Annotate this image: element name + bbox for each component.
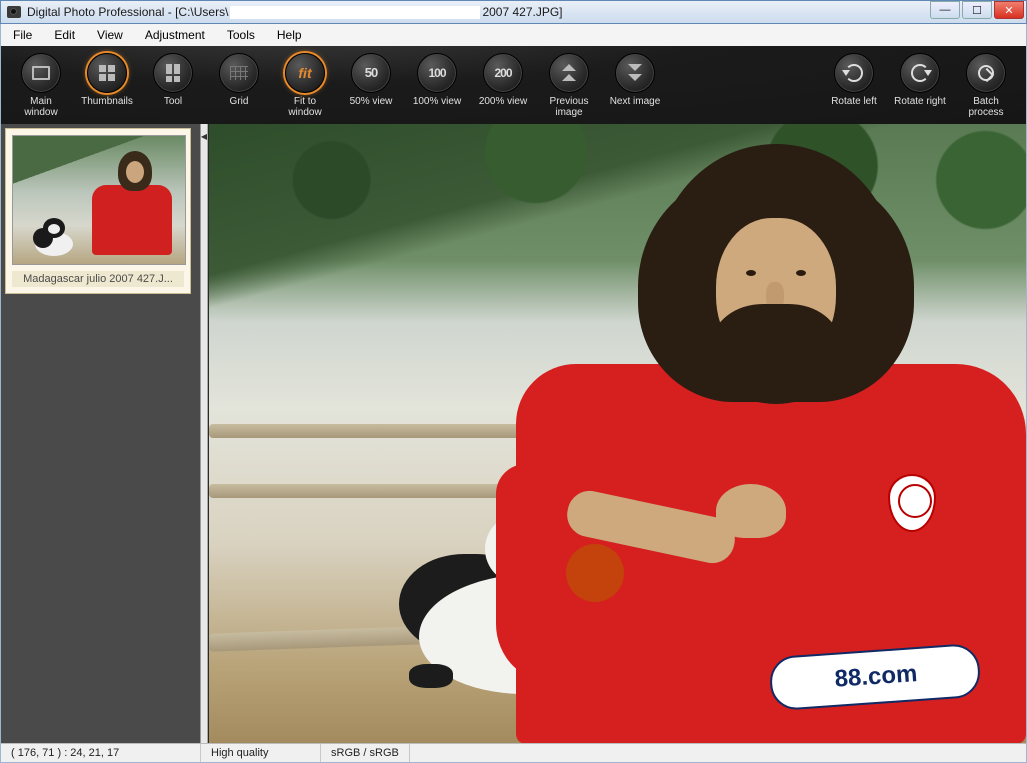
zoom-50-icon: 50 [365, 65, 377, 80]
menubar: File Edit View Adjustment Tools Help [0, 24, 1027, 46]
view-100-label: 100% view [413, 96, 461, 107]
menu-view[interactable]: View [93, 26, 127, 44]
status-colorspace: sRGB / sRGB [321, 744, 410, 762]
title-redacted [230, 6, 480, 19]
batch-icon [978, 65, 994, 81]
thumbnail-image [12, 135, 186, 265]
maximize-button[interactable]: ☐ [962, 1, 992, 19]
grid-label: Grid [230, 96, 249, 107]
thumbnail-sidebar: Madagascar julio 2007 427.J... ◀ [1, 124, 209, 743]
zoom-100-icon: 100 [428, 66, 445, 80]
rotate-left-label: Rotate left [831, 96, 877, 107]
grid-icon [230, 66, 248, 80]
window-controls: — ☐ ✕ [930, 1, 1026, 23]
thumbnails-button[interactable]: Thumbnails [79, 53, 135, 118]
next-image-label: Next image [610, 96, 661, 107]
status-coords: ( 176, 71 ) : 24, 21, 17 [1, 744, 201, 762]
next-image-button[interactable]: Next image [607, 53, 663, 118]
sidebar-splitter[interactable]: ◀ [200, 124, 208, 743]
chevron-up-icon [562, 64, 576, 81]
rotate-right-label: Rotate right [894, 96, 946, 107]
chevron-down-icon [628, 64, 642, 81]
statusbar: ( 176, 71 ) : 24, 21, 17 High quality sR… [0, 743, 1027, 763]
zoom-200-icon: 200 [494, 66, 511, 80]
image-viewer[interactable]: 88.com [209, 124, 1026, 743]
content-area: Madagascar julio 2007 427.J... ◀ [0, 124, 1027, 743]
batch-process-button[interactable]: Batch process [958, 53, 1014, 118]
title-app: Digital Photo Professional [27, 5, 164, 19]
menu-tools[interactable]: Tools [223, 26, 259, 44]
menu-adjustment[interactable]: Adjustment [141, 26, 209, 44]
previous-image-label: Previous image [541, 96, 597, 118]
rotate-right-icon [911, 64, 929, 82]
thumbnails-icon [99, 65, 115, 81]
tool-label: Tool [164, 96, 182, 107]
status-quality: High quality [201, 744, 321, 762]
view-200-label: 200% view [479, 96, 527, 107]
close-button[interactable]: ✕ [994, 1, 1024, 19]
main-window-button[interactable]: Main window [13, 53, 69, 118]
fit-label: Fit to window [277, 96, 333, 118]
fit-to-window-button[interactable]: fit Fit to window [277, 53, 333, 118]
batch-label: Batch process [958, 96, 1014, 118]
title-path-suffix: 2007 427.JPG] [482, 5, 562, 19]
photo-content: 88.com [209, 124, 1026, 743]
view-50-button[interactable]: 50 50% view [343, 53, 399, 118]
minimize-button[interactable]: — [930, 1, 960, 19]
toolbar: Main window Thumbnails Tool Grid fit Fit… [0, 46, 1027, 124]
menu-help[interactable]: Help [273, 26, 306, 44]
rotate-left-icon [845, 64, 863, 82]
previous-image-button[interactable]: Previous image [541, 53, 597, 118]
app-icon [7, 6, 21, 18]
titlebar: Digital Photo Professional - [C:\Users\ 2… [0, 0, 1027, 24]
window-title: Digital Photo Professional - [C:\Users\ 2… [27, 5, 930, 19]
thumbnail-card[interactable]: Madagascar julio 2007 427.J... [5, 128, 191, 294]
rotate-right-button[interactable]: Rotate right [892, 53, 948, 118]
view-50-label: 50% view [350, 96, 393, 107]
splitter-arrow-icon: ◀ [201, 132, 207, 141]
grid-button[interactable]: Grid [211, 53, 267, 118]
fit-icon: fit [298, 65, 311, 81]
menu-edit[interactable]: Edit [50, 26, 79, 44]
tool-icon [166, 64, 180, 82]
window-icon [32, 66, 50, 80]
main-window-label: Main window [13, 96, 69, 118]
menu-file[interactable]: File [9, 26, 36, 44]
thumbnails-label: Thumbnails [81, 96, 133, 107]
tool-button[interactable]: Tool [145, 53, 201, 118]
title-path-prefix: - [C:\Users\ [164, 5, 228, 19]
thumbnail-caption: Madagascar julio 2007 427.J... [12, 271, 184, 287]
rotate-left-button[interactable]: Rotate left [826, 53, 882, 118]
view-200-button[interactable]: 200 200% view [475, 53, 531, 118]
view-100-button[interactable]: 100 100% view [409, 53, 465, 118]
